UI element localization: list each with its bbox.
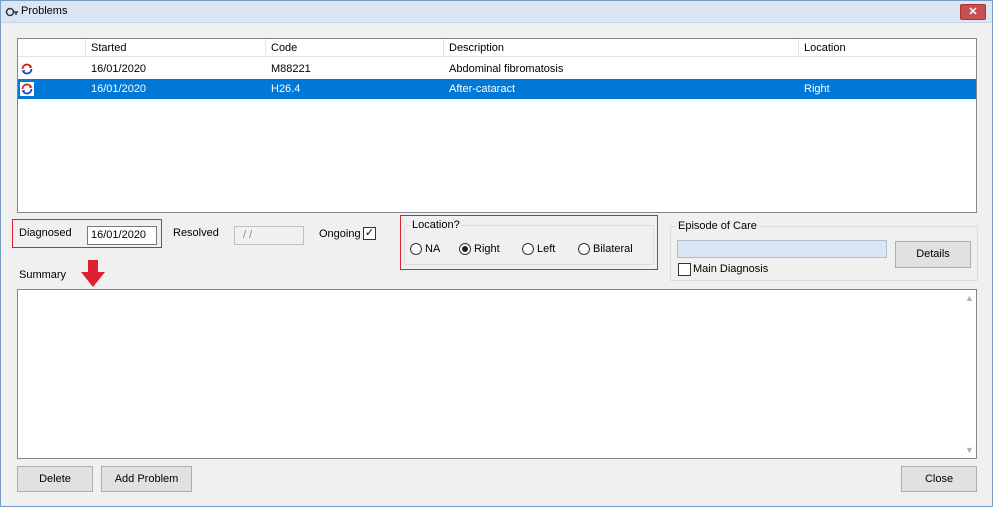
location-option-left-label: Left — [537, 243, 556, 255]
row-code: M88221 — [271, 63, 311, 75]
resolved-label: Resolved — [173, 227, 219, 239]
refresh-cycle-icon — [20, 82, 34, 96]
column-header-location[interactable]: Location — [799, 39, 976, 57]
summary-label: Summary — [19, 269, 67, 281]
list-header: Started Code Description Location — [18, 39, 976, 57]
diagnosed-date-input[interactable]: 16/01/2020 — [87, 226, 157, 245]
title-bar: Problems ✕ — [1, 1, 992, 23]
table-row[interactable]: 16/01/2020 M88221 Abdominal fibromatosis — [18, 59, 976, 79]
row-location: Right — [804, 83, 830, 95]
close-button[interactable]: Close — [901, 466, 977, 492]
refresh-cycle-icon — [21, 63, 33, 75]
scroll-up-icon[interactable]: ▲ — [965, 293, 986, 303]
location-option-bilateral-label: Bilateral — [593, 243, 633, 255]
ongoing-label: Ongoing — [319, 228, 361, 240]
details-button[interactable]: Details — [895, 241, 971, 268]
row-location — [799, 59, 804, 79]
location-group-title: Location? — [410, 219, 462, 231]
delete-button[interactable]: Delete — [17, 466, 93, 492]
window-close-button[interactable]: ✕ — [960, 4, 986, 20]
diagnosed-label: Diagnosed — [19, 227, 72, 239]
problems-window: Problems ✕ Started Code Description Loca… — [0, 0, 993, 507]
scroll-down-icon[interactable]: ▼ — [965, 445, 986, 455]
location-option-na-label: NA — [425, 243, 441, 255]
column-header-started[interactable]: Started — [86, 39, 266, 57]
window-title: Problems — [21, 5, 68, 17]
main-diagnosis-checkbox[interactable] — [678, 263, 691, 276]
episode-of-care-title: Episode of Care — [676, 220, 759, 232]
main-diagnosis-label: Main Diagnosis — [693, 263, 769, 275]
row-started: 16/01/2020 — [91, 83, 147, 95]
problems-list[interactable]: Started Code Description Location 16/01/… — [17, 38, 977, 213]
location-radio-right[interactable] — [459, 243, 471, 255]
add-problem-button[interactable]: Add Problem — [101, 466, 192, 492]
resolved-date-input[interactable]: / / — [234, 226, 304, 245]
ongoing-checkbox[interactable]: ✓ — [363, 227, 376, 240]
app-key-icon — [5, 7, 18, 17]
location-option-right-label: Right — [474, 243, 500, 255]
column-header-description[interactable]: Description — [444, 39, 799, 57]
row-code: H26.4 — [271, 83, 301, 95]
location-radio-bilateral[interactable] — [578, 243, 590, 255]
column-header-icon[interactable] — [18, 39, 86, 57]
location-radio-left[interactable] — [522, 243, 534, 255]
arrow-down-icon — [81, 260, 105, 287]
row-description: Abdominal fibromatosis — [449, 63, 564, 75]
episode-of-care-input[interactable] — [677, 240, 887, 258]
row-started: 16/01/2020 — [91, 63, 147, 75]
column-header-code[interactable]: Code — [266, 39, 444, 57]
location-radio-na[interactable] — [410, 243, 422, 255]
summary-textarea[interactable] — [17, 289, 977, 459]
row-description: After-cataract — [449, 83, 516, 95]
table-row-selected[interactable]: 16/01/2020 H26.4 After-cataract Right — [18, 79, 976, 99]
